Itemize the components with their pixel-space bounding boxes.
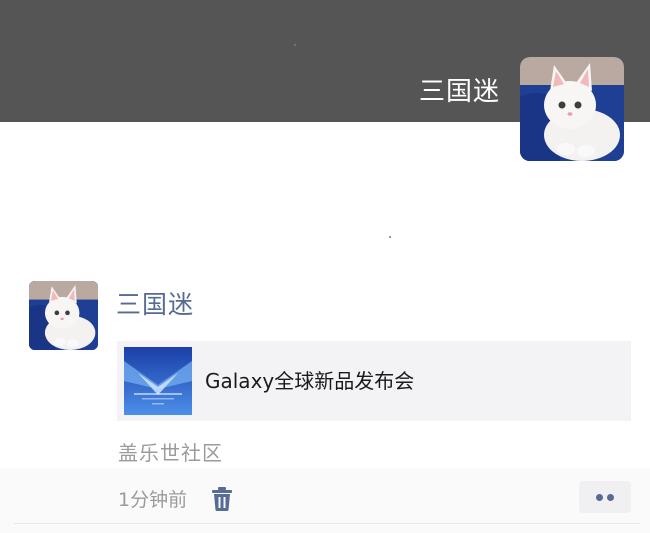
profile-avatar[interactable]: [520, 57, 624, 161]
share-card-thumbnail: [124, 347, 192, 415]
post-author-name[interactable]: 三国迷: [116, 288, 194, 322]
timeline-speck: [389, 236, 391, 238]
post-source-label[interactable]: 盖乐世社区: [118, 440, 223, 466]
shared-link-card[interactable]: Galaxy全球新品发布会: [117, 341, 631, 421]
share-card-title: Galaxy全球新品发布会: [205, 369, 415, 393]
post-author-avatar[interactable]: [29, 281, 98, 350]
profile-username: 三国迷: [418, 77, 500, 107]
trash-icon[interactable]: [211, 486, 233, 512]
white-cat-avatar-icon: [29, 281, 98, 350]
post-divider: [14, 523, 640, 524]
white-cat-avatar-icon: [520, 57, 624, 161]
post-timestamp: 1分钟前: [118, 489, 188, 511]
more-dots-icon: [596, 494, 603, 501]
galaxy-event-thumbnail-icon: [124, 347, 192, 415]
cover-speck: [294, 44, 296, 46]
more-dots-icon: [607, 494, 614, 501]
more-actions-button[interactable]: [579, 481, 631, 513]
